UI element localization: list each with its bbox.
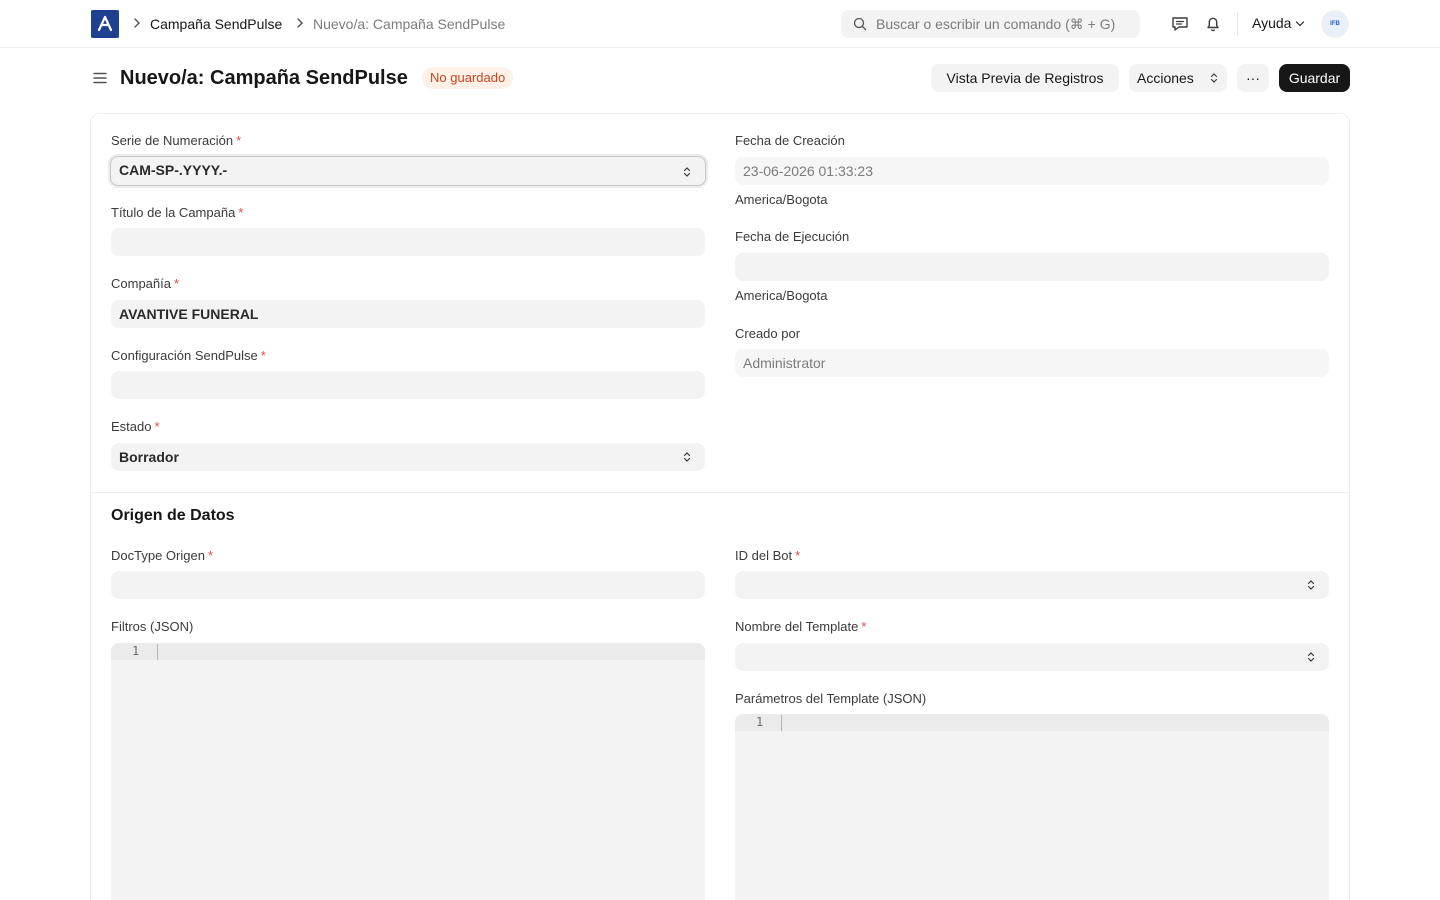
chevron-right-icon [297,18,303,28]
code-cursor [781,715,782,731]
more-options-button[interactable]: ··· [1237,64,1269,92]
bot-id-select[interactable] [735,571,1329,599]
actions-button[interactable]: Acciones [1129,64,1227,92]
status-label: Estado * [111,419,160,434]
select-chevron-icon [683,452,691,462]
breadcrumb-current[interactable]: Nuevo/a: Campaña SendPulse [313,15,505,33]
campaign-title-label: Título de la Campaña * [111,205,244,220]
filters-code-editor[interactable]: 1 [111,643,705,900]
save-button[interactable]: Guardar [1279,64,1350,92]
breadcrumb-doctype[interactable]: Campaña SendPulse [150,15,282,33]
filters-label: Filtros (JSON) [111,619,194,634]
comment-icon[interactable] [1170,14,1190,34]
top-navbar: Campaña SendPulse Nuevo/a: Campaña SendP… [0,0,1440,48]
line-number: 1 [756,715,764,729]
doctype-input[interactable] [111,571,705,599]
search-placeholder: Buscar o escribir un comando (⌘ + G) [876,16,1116,32]
creation-timezone: America/Bogota [735,192,828,207]
help-menu[interactable]: Ayuda [1252,15,1291,31]
select-chevron-icon [1307,652,1315,662]
naming-series-select[interactable]: CAM-SP-.YYYY.- [110,156,706,186]
select-chevron-icon [1210,73,1218,83]
naming-series-label: Serie de Numeración * [111,133,242,148]
doctype-label: DocType Origen * [111,548,213,563]
execution-timezone: America/Bogota [735,288,828,303]
template-params-label: Parámetros del Template (JSON) [735,691,927,706]
app-logo[interactable] [91,10,119,38]
created-by-input[interactable]: Administrator [735,349,1329,377]
section-divider [91,492,1349,493]
sendpulse-config-label: Configuración SendPulse * [111,348,266,363]
creation-date-label: Fecha de Creación [735,133,845,148]
status-value: Borrador [119,449,179,465]
template-name-label: Nombre del Template * [735,619,867,634]
navbar-divider [1237,12,1238,36]
campaign-title-input[interactable] [111,228,705,256]
page-title: Nuevo/a: Campaña SendPulse [120,67,408,89]
section-title: Origen de Datos [111,507,235,524]
template-name-select[interactable] [735,643,1329,671]
created-by-label: Creado por [735,326,801,341]
search-icon [853,17,867,31]
active-line [111,643,705,660]
status-badge: No guardado [422,67,514,89]
active-line [735,714,1329,731]
creation-date-input[interactable]: 23-06-2026 01:33:23 [735,157,1329,185]
sendpulse-config-input[interactable] [111,371,705,399]
logo-mark-icon [97,15,113,32]
chevron-right-icon [134,18,140,28]
bell-icon[interactable] [1203,14,1223,34]
company-input[interactable]: AVANTIVE FUNERAL [111,300,705,328]
code-cursor [157,644,158,660]
hamburger-icon[interactable] [92,70,108,86]
preview-records-button[interactable]: Vista Previa de Registros [931,64,1119,92]
line-number: 1 [132,644,140,658]
execution-date-label: Fecha de Ejecución [735,229,850,244]
chevron-down-icon[interactable] [1295,20,1305,28]
naming-series-value: CAM-SP-.YYYY.- [119,162,228,178]
execution-date-input[interactable] [735,253,1329,281]
status-select[interactable]: Borrador [111,443,705,471]
template-params-code-editor[interactable]: 1 [735,714,1329,900]
select-chevron-icon [683,167,691,177]
bot-id-label: ID del Bot * [735,548,801,563]
actions-label: Acciones [1137,70,1194,86]
select-chevron-icon [1307,580,1315,590]
company-label: Compañía * [111,276,180,291]
avatar[interactable]: IFB [1321,10,1349,38]
search-input[interactable]: Buscar o escribir un comando (⌘ + G) [841,10,1140,38]
